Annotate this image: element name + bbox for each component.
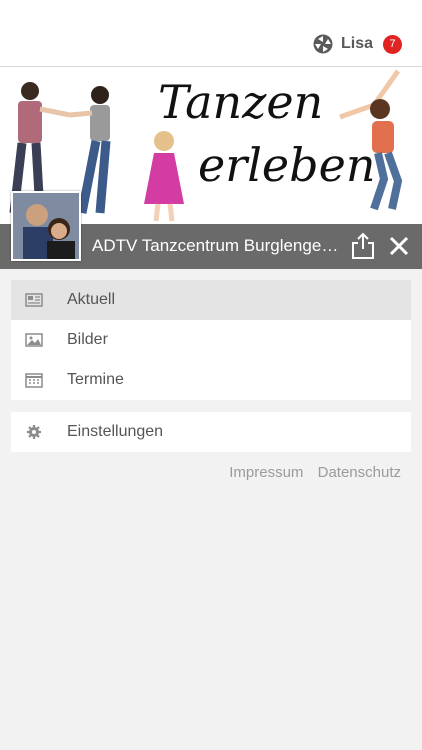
image-icon (25, 333, 43, 347)
user-menu[interactable]: Lisa 7 (313, 32, 402, 56)
menu-item-aktuell[interactable]: Aktuell (11, 280, 411, 320)
menu-item-label: Termine (67, 371, 124, 388)
footer-links: Impressum Datenschutz (219, 464, 401, 481)
gear-icon (27, 425, 41, 439)
user-name: Lisa (340, 35, 373, 52)
impressum-link[interactable]: Impressum (229, 464, 303, 481)
banner-title-line2: erleben (198, 138, 376, 192)
banner-title-line1: Tanzen (158, 75, 324, 129)
menu-item-label: Bilder (67, 331, 108, 348)
newspaper-icon (25, 293, 43, 307)
app-title: ADTV Tanzcentrum Burglengenfeld (92, 236, 344, 255)
top-bar: Lisa 7 (0, 0, 422, 67)
close-icon[interactable] (388, 235, 410, 257)
user-logo-icon (313, 34, 333, 54)
notification-badge[interactable]: 7 (383, 34, 402, 54)
app-thumbnail (11, 191, 81, 261)
menu-item-bilder[interactable]: Bilder (11, 320, 411, 360)
main-menu: Aktuell Bilder Termine (11, 280, 411, 400)
girl-illustration (144, 131, 184, 222)
menu-item-einstellungen[interactable]: Einstellungen (11, 412, 411, 452)
settings-menu: Einstellungen (11, 412, 411, 452)
menu-item-label: Einstellungen (67, 423, 164, 440)
datenschutz-link[interactable]: Datenschutz (318, 464, 401, 481)
couple-photo-icon (13, 193, 79, 259)
menu-item-termine[interactable]: Termine (11, 360, 411, 400)
calendar-icon (25, 373, 43, 388)
share-icon[interactable] (350, 232, 376, 260)
menu-item-label: Aktuell (67, 291, 116, 308)
